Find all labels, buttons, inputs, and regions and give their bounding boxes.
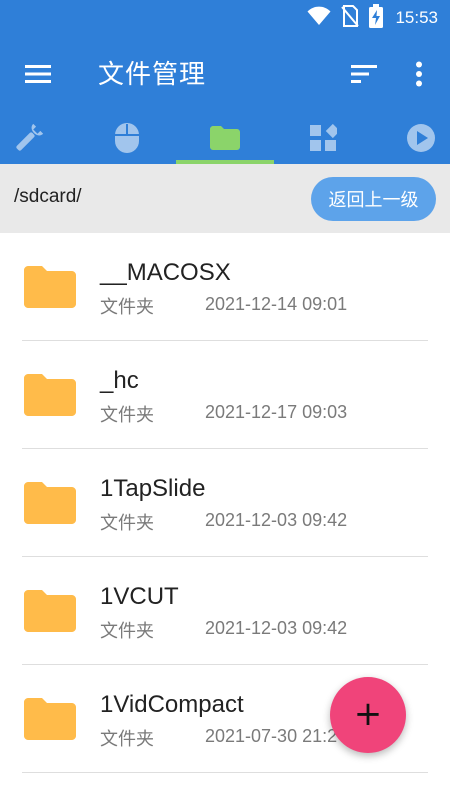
file-date: 2021-12-14 09:01 bbox=[205, 294, 348, 314]
file-date: 2021-12-17 09:03 bbox=[205, 402, 348, 422]
divider bbox=[22, 772, 428, 773]
folder-icon bbox=[24, 698, 76, 740]
file-type: 文件夹 bbox=[100, 297, 154, 318]
menu-button[interactable] bbox=[18, 58, 58, 90]
tab-files[interactable] bbox=[176, 112, 274, 164]
menu-icon bbox=[25, 65, 51, 83]
status-icons: 15:53 bbox=[307, 4, 438, 32]
tab-bar bbox=[0, 112, 450, 164]
list-item[interactable]: 1VCUT 文件夹 2021-12-03 09:42 bbox=[0, 557, 450, 665]
file-date: 2021-12-03 09:42 bbox=[205, 510, 348, 530]
wifi-icon bbox=[307, 6, 331, 30]
file-date: 2021-07-30 21:2 bbox=[205, 726, 338, 746]
page-title: 文件管理 bbox=[98, 60, 207, 90]
folder-icon bbox=[210, 126, 240, 150]
current-path: /sdcard/ bbox=[14, 186, 82, 207]
file-type: 文件夹 bbox=[100, 405, 154, 426]
tab-apps[interactable] bbox=[274, 112, 372, 164]
status-time: 15:53 bbox=[395, 8, 438, 27]
tab-media[interactable] bbox=[372, 112, 450, 164]
no-sim-icon bbox=[341, 5, 360, 31]
folder-icon bbox=[24, 590, 76, 632]
add-button[interactable]: + bbox=[330, 677, 406, 753]
file-type: 文件夹 bbox=[100, 729, 154, 750]
add-icon: + bbox=[353, 694, 383, 734]
folder-icon bbox=[24, 482, 76, 524]
file-type: 文件夹 bbox=[100, 513, 154, 534]
mouse-icon bbox=[115, 123, 139, 153]
file-name: 1VidCompact bbox=[100, 691, 244, 718]
status-bar: 15:53 bbox=[0, 0, 450, 36]
app-bar: 文件管理 bbox=[0, 36, 450, 112]
wrench-icon bbox=[16, 123, 44, 151]
tab-tools[interactable] bbox=[0, 112, 78, 164]
sort-button[interactable] bbox=[344, 58, 384, 90]
file-name: _hc bbox=[100, 367, 139, 394]
apps-icon bbox=[310, 124, 337, 151]
battery-charging-icon bbox=[369, 4, 384, 32]
file-name: __MACOSX bbox=[100, 259, 231, 286]
folder-icon bbox=[24, 266, 76, 308]
file-name: 1VCUT bbox=[100, 583, 179, 610]
tab-mouse[interactable] bbox=[78, 112, 176, 164]
more-options-button[interactable] bbox=[402, 56, 436, 92]
go-up-button[interactable]: 返回上一级 bbox=[311, 177, 436, 221]
list-item[interactable]: _hc 文件夹 2021-12-17 09:03 bbox=[0, 341, 450, 449]
file-type: 文件夹 bbox=[100, 621, 154, 642]
sort-icon bbox=[351, 65, 377, 83]
play-icon bbox=[407, 124, 435, 152]
list-item[interactable]: __MACOSX 文件夹 2021-12-14 09:01 bbox=[0, 233, 450, 341]
file-date: 2021-12-03 09:42 bbox=[205, 618, 348, 638]
list-item[interactable]: 1TapSlide 文件夹 2021-12-03 09:42 bbox=[0, 449, 450, 557]
folder-icon bbox=[24, 374, 76, 416]
file-name: 1TapSlide bbox=[100, 475, 206, 502]
more-vert-icon bbox=[416, 61, 422, 87]
